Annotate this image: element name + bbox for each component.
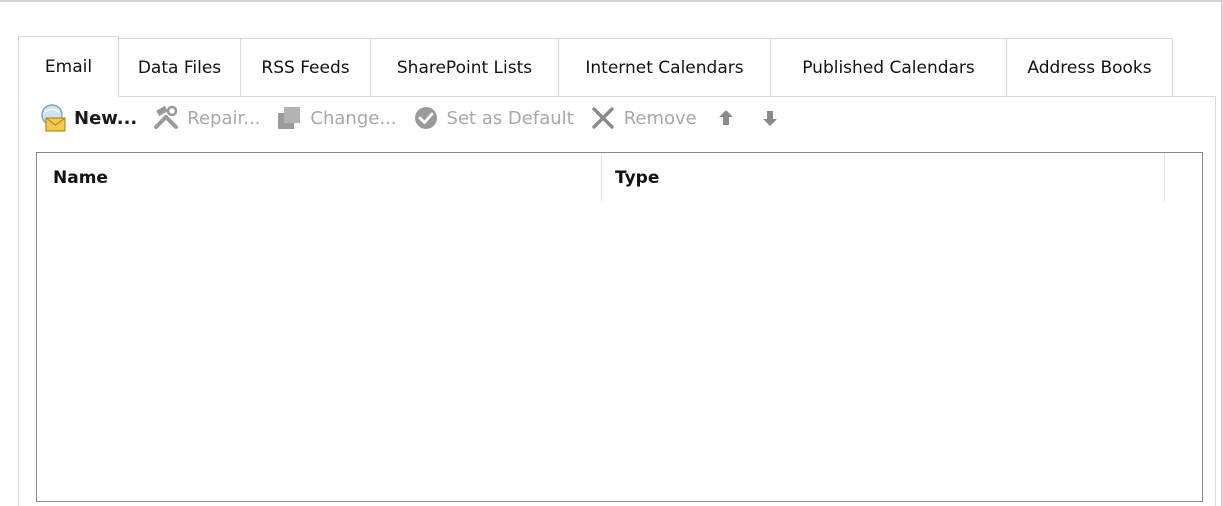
column-divider[interactable] [1164,155,1165,201]
arrow-up-icon [711,103,741,133]
account-toolbar: New... Repair... Change... Set as Defaul… [38,100,799,136]
set-as-default-button[interactable]: Set as Default [411,103,574,133]
column-divider[interactable] [601,155,602,201]
remove-x-icon [588,103,618,133]
repair-button[interactable]: Repair... [151,103,260,133]
change-button[interactable]: Change... [274,103,397,133]
new-label: New... [74,107,138,129]
set-as-default-label: Set as Default [446,107,574,129]
column-header-type[interactable]: Type [615,153,1155,203]
tab-strip: Email Data Files RSS Feeds SharePoint Li… [18,36,1173,98]
tab-email[interactable]: Email [18,36,119,98]
remove-label: Remove [623,107,697,129]
move-down-button[interactable] [755,103,785,133]
tab-rss-feeds[interactable]: RSS Feeds [241,38,371,97]
checkmark-circle-icon [411,103,441,133]
change-label: Change... [310,107,397,129]
new-email-icon [38,103,68,133]
tab-address-books[interactable]: Address Books [1007,38,1173,97]
tab-sharepoint-lists[interactable]: SharePoint Lists [371,38,559,97]
new-button[interactable]: New... [38,103,137,133]
change-card-icon [274,103,304,133]
top-border [0,0,1223,2]
arrow-down-icon [755,103,785,133]
move-up-button[interactable] [711,103,741,133]
remove-button[interactable]: Remove [588,103,697,133]
tab-data-files[interactable]: Data Files [119,38,241,97]
repair-label: Repair... [187,107,261,129]
tab-internet-calendars[interactable]: Internet Calendars [559,38,771,97]
tab-published-calendars[interactable]: Published Calendars [771,38,1007,97]
repair-tools-icon [151,103,181,133]
column-header-name[interactable]: Name [53,153,603,203]
accounts-list[interactable]: Name Type [36,152,1203,502]
account-settings-panel: Email Data Files RSS Feeds SharePoint Li… [0,0,1223,506]
